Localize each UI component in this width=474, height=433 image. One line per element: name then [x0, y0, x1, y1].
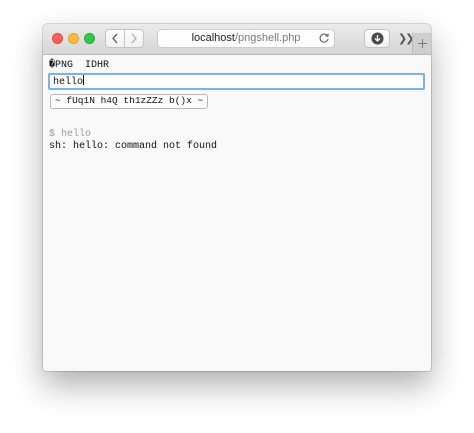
submit-button[interactable]: ~ fUq1N h4Q th1zZZz b()x ~ — [50, 94, 209, 109]
maximize-window-button[interactable] — [84, 33, 95, 44]
download-icon — [371, 32, 384, 45]
output-prompt-line: $ hello — [49, 129, 92, 140]
page-content: �PNG IDHR hello ~ fUq1N h4Q th1zZZz b()x… — [43, 55, 431, 371]
double-chevron-icon[interactable]: ❯❯ — [398, 32, 415, 45]
minimize-window-button[interactable] — [68, 33, 79, 44]
output-result-line: sh: hello: command not found — [49, 141, 218, 152]
toolbar: localhost/pngshell.php ❯❯ — [43, 24, 431, 55]
command-input[interactable]: hello — [48, 73, 425, 90]
plus-icon — [418, 39, 427, 48]
close-window-button[interactable] — [52, 33, 63, 44]
shell-output: $ hello sh: hello: command not found — [49, 117, 217, 153]
address-bar[interactable]: localhost/pngshell.php — [157, 29, 335, 48]
downloads-button[interactable] — [364, 29, 390, 48]
url-path: /pngshell.php — [234, 32, 301, 44]
command-input-value: hello — [53, 77, 84, 88]
chevron-left-icon — [112, 33, 118, 44]
new-tab-button[interactable] — [412, 33, 431, 54]
browser-window: localhost/pngshell.php ❯❯ �PNG IDHR hell… — [43, 24, 431, 371]
reload-icon[interactable] — [318, 32, 330, 44]
back-button[interactable] — [105, 29, 125, 48]
url-host: localhost — [191, 32, 235, 44]
forward-button[interactable] — [124, 29, 144, 48]
png-header-text: �PNG IDHR — [49, 60, 110, 71]
text-caret — [83, 75, 85, 85]
chevron-right-icon — [131, 33, 137, 44]
